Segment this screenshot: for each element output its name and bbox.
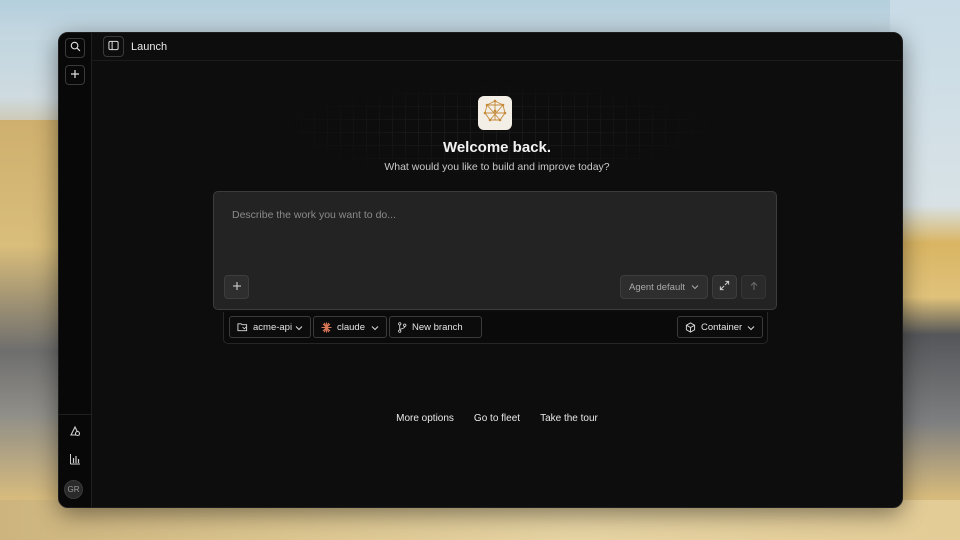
expand-button[interactable]: [712, 275, 737, 299]
sidebar: GR: [59, 33, 92, 507]
search-button[interactable]: [65, 38, 85, 58]
branch-label: New branch: [412, 321, 463, 333]
main-content: Welcome back. What would you like to bui…: [92, 62, 902, 507]
options-bar: acme-api claude New branch Container: [223, 312, 768, 344]
sidebar-panel-icon: [108, 38, 119, 56]
model-label: claude: [337, 321, 365, 333]
repo-icon: [237, 322, 248, 332]
go-to-fleet-link[interactable]: Go to fleet: [474, 413, 520, 424]
git-branch-icon: [397, 321, 407, 333]
app-logo: [478, 96, 512, 130]
sidebar-toggle-button[interactable]: [103, 36, 124, 57]
shapes-icon: [69, 424, 81, 442]
environment-select[interactable]: Container: [677, 316, 763, 338]
take-tour-link[interactable]: Take the tour: [540, 413, 598, 424]
search-icon: [70, 39, 81, 57]
chevron-down-icon: [295, 324, 303, 335]
box-icon: [685, 321, 696, 333]
composer: Agent default: [213, 191, 777, 310]
app-window: GR Launch Welcome back. What would you l…: [58, 32, 903, 508]
user-avatar[interactable]: GR: [64, 480, 83, 499]
new-session-button[interactable]: [65, 65, 85, 85]
agent-select[interactable]: Agent default: [620, 275, 708, 299]
task-input[interactable]: [214, 192, 776, 264]
welcome-subtitle: What would you like to build and improve…: [384, 161, 610, 173]
chevron-down-icon: [747, 324, 755, 335]
send-button[interactable]: [741, 275, 766, 299]
chevron-down-icon: [371, 324, 379, 335]
plus-icon: [232, 278, 242, 296]
plus-icon: [70, 66, 80, 84]
model-select[interactable]: claude: [313, 316, 387, 338]
repo-label: acme-api: [253, 321, 293, 333]
branch-select[interactable]: New branch: [389, 316, 482, 338]
title-bar: Launch: [92, 33, 902, 61]
shapes-button[interactable]: [65, 423, 85, 443]
environment-label: Container: [701, 321, 743, 333]
expand-icon: [719, 278, 730, 296]
page-title: Launch: [131, 40, 168, 53]
agent-select-label: Agent default: [629, 281, 685, 293]
footer-links: More options Go to fleet Take the tour: [92, 413, 902, 424]
sidebar-divider: [59, 414, 92, 415]
arrow-up-icon: [749, 278, 759, 296]
more-options-link[interactable]: More options: [396, 413, 454, 424]
bar-chart-icon: [69, 452, 81, 470]
add-attachment-button[interactable]: [224, 275, 249, 299]
welcome-heading: Welcome back.: [442, 139, 552, 156]
chevron-down-icon: [691, 283, 699, 294]
network-logo-icon: [483, 99, 507, 128]
claude-spark-icon: [321, 321, 332, 333]
analytics-button[interactable]: [65, 451, 85, 471]
repo-select[interactable]: acme-api: [229, 316, 311, 338]
